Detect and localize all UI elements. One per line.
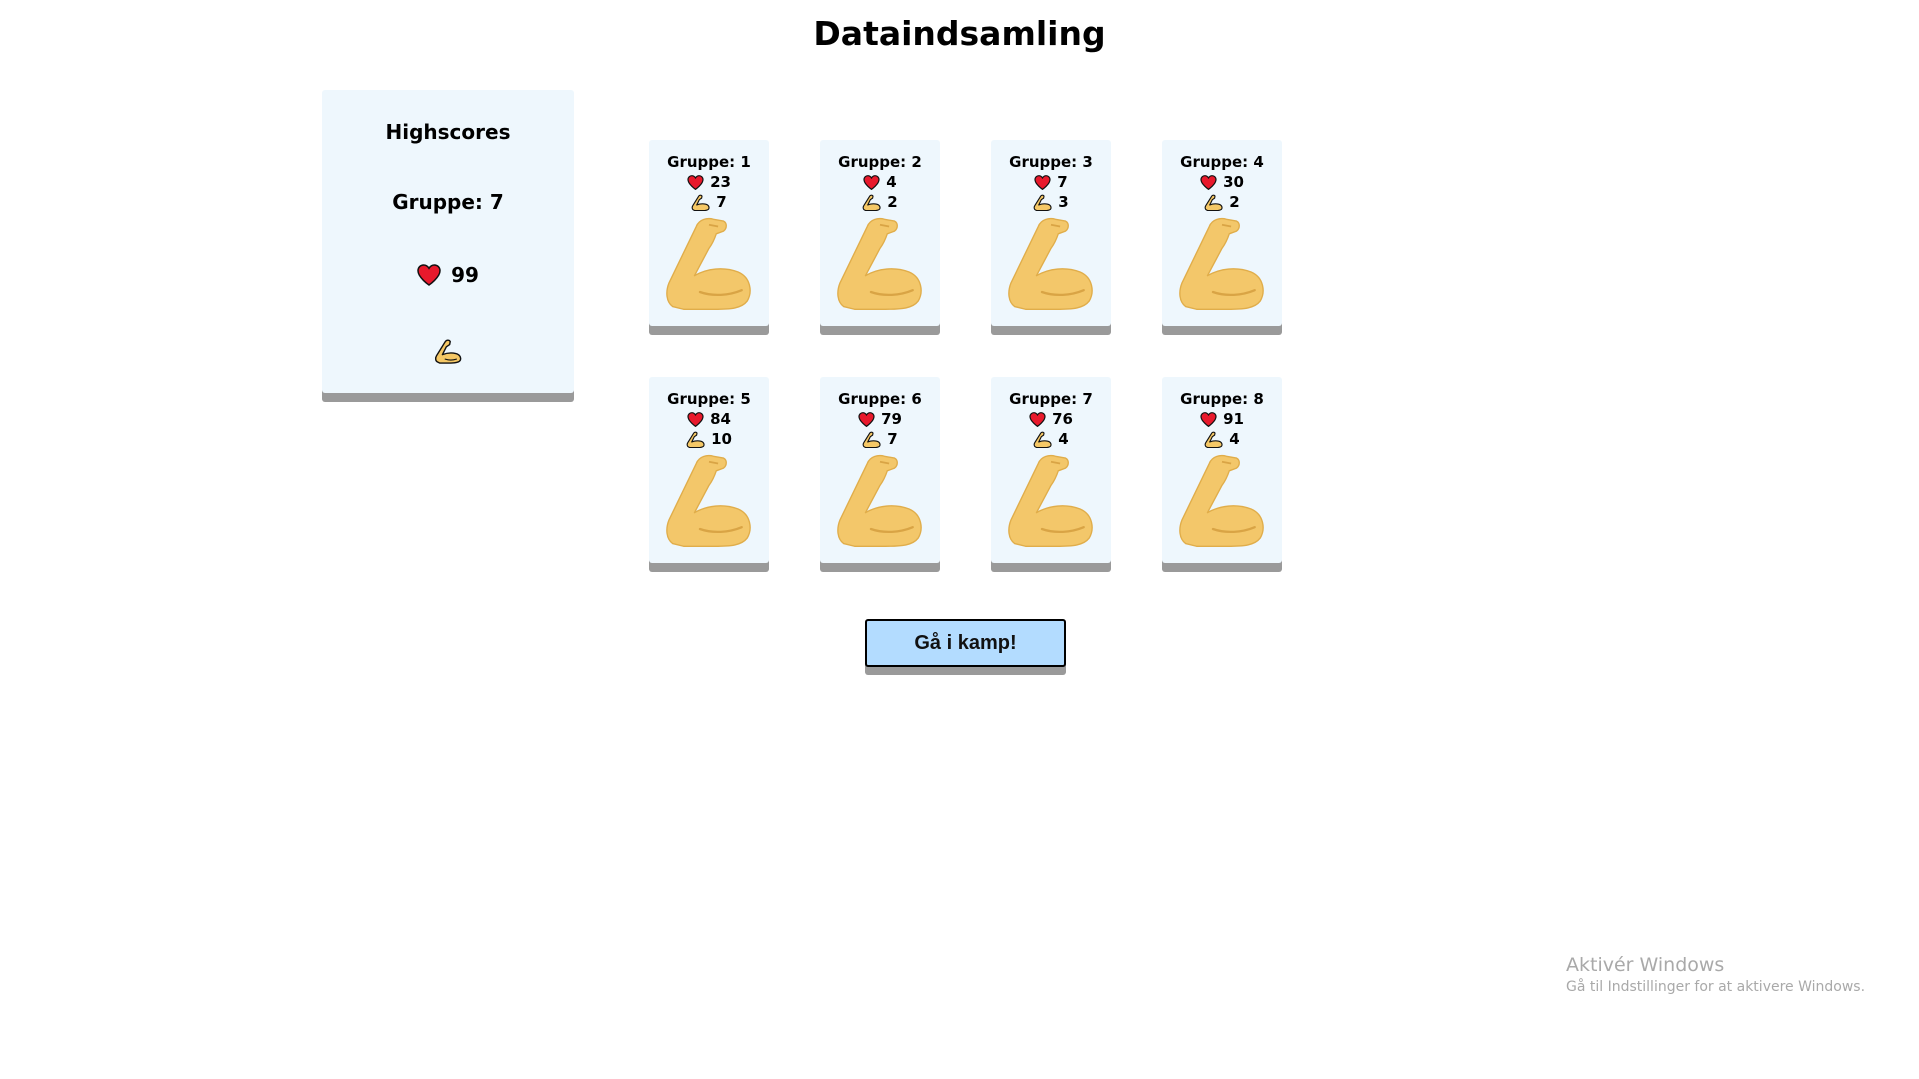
card-group-label: Gruppe: 6 [838, 390, 922, 408]
highscore-title: Highscores [385, 120, 511, 144]
group-cards: Gruppe: 1 23 7 Gruppe: 2 4 2 Gruppe: 3 7 3 Gruppe… [649, 140, 1282, 563]
card-group-label: Gruppe: 2 [838, 153, 922, 171]
flexed-biceps-icon [991, 449, 1111, 549]
card-hp: 84 [649, 410, 769, 428]
card-power: 2 [820, 193, 940, 211]
flexed-biceps-icon [434, 338, 462, 364]
flexed-biceps-icon [820, 212, 940, 312]
card-group-label: Gruppe: 7 [1009, 390, 1093, 408]
card-group-label: Gruppe: 5 [667, 390, 751, 408]
card-hp-value: 76 [1052, 410, 1073, 428]
page: Dataindsamling Highscores Gruppe: 7 99 G… [0, 0, 1919, 1079]
highscore-hearts: 99 [322, 263, 574, 287]
page-title: Dataindsamling [813, 14, 1106, 53]
card-group-label: Gruppe: 3 [1009, 153, 1093, 171]
card-hp-value: 23 [710, 173, 731, 191]
card-hp: 79 [820, 410, 940, 428]
card-power-value: 2 [887, 193, 898, 211]
flexed-biceps-icon [862, 194, 881, 211]
fight-button[interactable]: Gå i kamp! [865, 619, 1066, 667]
card-hp-value: 4 [886, 173, 897, 191]
card-group-label: Gruppe: 8 [1180, 390, 1264, 408]
heart-icon [1034, 174, 1051, 190]
heart-icon [417, 264, 441, 286]
heart-icon [687, 174, 704, 190]
card-hp-value: 84 [710, 410, 731, 428]
flexed-biceps-icon [1204, 431, 1223, 448]
flexed-biceps-icon [1162, 449, 1282, 549]
card-power-value: 4 [1229, 430, 1240, 448]
card-power: 3 [991, 193, 1111, 211]
card-hp: 4 [820, 173, 940, 191]
heart-icon [1200, 174, 1217, 190]
group-card[interactable]: Gruppe: 4 30 2 [1162, 140, 1282, 326]
card-hp: 7 [991, 173, 1111, 191]
card-power: 7 [649, 193, 769, 211]
card-power-value: 2 [1229, 193, 1240, 211]
card-hp-value: 7 [1057, 173, 1068, 191]
card-hp: 23 [649, 173, 769, 191]
card-power: 7 [820, 430, 940, 448]
card-group-label: Gruppe: 4 [1180, 153, 1264, 171]
watermark-subtitle: Gå til Indstillinger for at aktivere Win… [1566, 979, 1866, 995]
highscore-hearts-value: 99 [451, 263, 479, 287]
windows-activation-watermark: Aktivér Windows Gå til Indstillinger for… [1566, 954, 1865, 995]
group-card[interactable]: Gruppe: 7 76 4 [991, 377, 1111, 563]
group-card[interactable]: Gruppe: 1 23 7 [649, 140, 769, 326]
flexed-biceps-icon [1033, 194, 1052, 211]
card-power: 10 [649, 430, 769, 448]
card-power-value: 10 [711, 430, 732, 448]
highscore-arm [322, 338, 574, 364]
flexed-biceps-icon [649, 212, 769, 312]
group-card[interactable]: Gruppe: 5 84 10 [649, 377, 769, 563]
group-card[interactable]: Gruppe: 8 91 4 [1162, 377, 1282, 563]
card-power-value: 4 [1058, 430, 1069, 448]
heart-icon [1200, 411, 1217, 427]
watermark-title: Aktivér Windows [1566, 954, 1725, 976]
card-group-label: Gruppe: 1 [667, 153, 751, 171]
card-hp: 91 [1162, 410, 1282, 428]
card-hp-value: 91 [1223, 410, 1244, 428]
card-hp-value: 79 [881, 410, 902, 428]
card-power-value: 7 [716, 193, 727, 211]
card-power: 4 [991, 430, 1111, 448]
card-hp: 30 [1162, 173, 1282, 191]
heart-icon [863, 174, 880, 190]
group-card[interactable]: Gruppe: 2 4 2 [820, 140, 940, 326]
flexed-biceps-icon [1162, 212, 1282, 312]
flexed-biceps-icon [862, 431, 881, 448]
card-power-value: 3 [1058, 193, 1069, 211]
highscore-panel: Highscores Gruppe: 7 99 [322, 90, 574, 393]
group-card[interactable]: Gruppe: 3 7 3 [991, 140, 1111, 326]
card-power: 2 [1162, 193, 1282, 211]
heart-icon [1029, 411, 1046, 427]
flexed-biceps-icon [1204, 194, 1223, 211]
flexed-biceps-icon [1033, 431, 1052, 448]
flexed-biceps-icon [649, 449, 769, 549]
highscore-group: Gruppe: 7 [392, 190, 504, 214]
flexed-biceps-icon [691, 194, 710, 211]
flexed-biceps-icon [991, 212, 1111, 312]
card-power-value: 7 [887, 430, 898, 448]
flexed-biceps-icon [686, 431, 705, 448]
group-card[interactable]: Gruppe: 6 79 7 [820, 377, 940, 563]
heart-icon [858, 411, 875, 427]
flexed-biceps-icon [820, 449, 940, 549]
card-hp: 76 [991, 410, 1111, 428]
card-hp-value: 30 [1223, 173, 1244, 191]
heart-icon [687, 411, 704, 427]
card-power: 4 [1162, 430, 1282, 448]
